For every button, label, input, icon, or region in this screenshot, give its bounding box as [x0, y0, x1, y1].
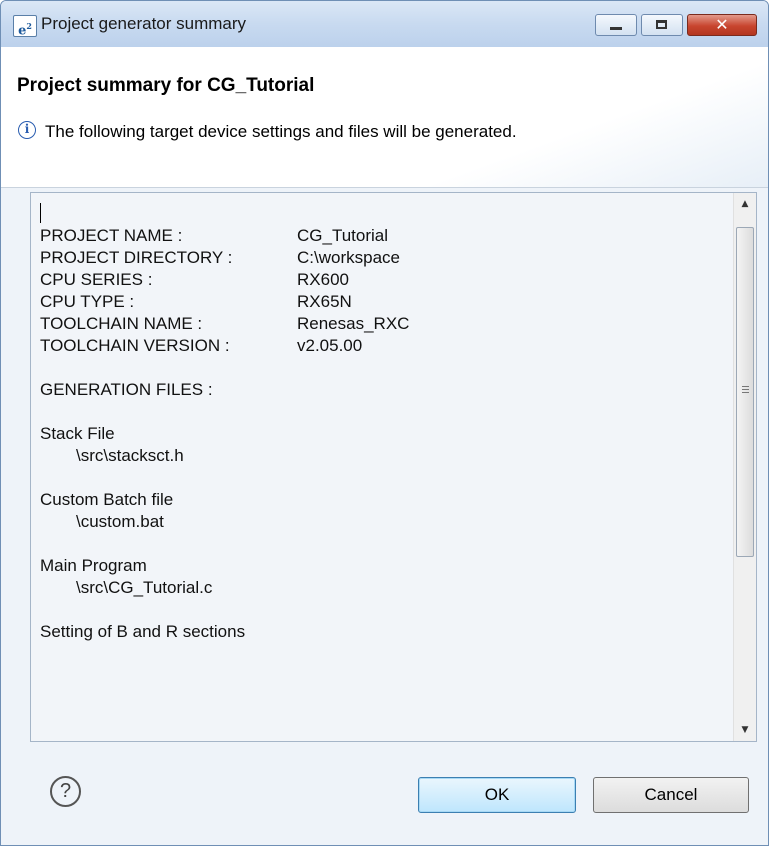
- setting-value: CG_Tutorial: [297, 226, 389, 245]
- maximize-button[interactable]: [641, 14, 683, 36]
- file-name: Stack File: [40, 424, 115, 443]
- file-name: Main Program: [40, 556, 147, 575]
- setting-key: TOOLCHAIN VERSION :: [40, 336, 230, 355]
- window-title: Project generator summary: [41, 14, 247, 33]
- info-message: The following target device settings and…: [45, 122, 517, 141]
- setting-row: PROJECT DIRECTORY : C:\workspace: [40, 247, 720, 269]
- file-path: \src\CG_Tutorial.c: [76, 578, 213, 597]
- close-icon: ✕: [715, 15, 729, 34]
- summary-content: PROJECT NAME : CG_Tutorial PROJECT DIREC…: [40, 199, 720, 643]
- setting-row: CPU TYPE : RX65N: [40, 291, 720, 313]
- setting-value: C:\workspace: [297, 248, 400, 267]
- maximize-icon: [656, 20, 667, 29]
- title-bar[interactable]: e2 Project generator summary ✕: [1, 1, 768, 47]
- setting-value: RX600: [297, 270, 349, 289]
- setting-key: CPU SERIES :: [40, 270, 153, 289]
- dialog-window: e2 Project generator summary ✕ Project s…: [0, 0, 769, 846]
- setting-key: TOOLCHAIN NAME :: [40, 314, 203, 333]
- setting-value: RX65N: [297, 292, 352, 311]
- file-path: \custom.bat: [76, 512, 164, 531]
- setting-row: TOOLCHAIN NAME : Renesas_RXC: [40, 313, 720, 335]
- file-name: Custom Batch file: [40, 490, 174, 509]
- setting-row: CPU SERIES : RX600: [40, 269, 720, 291]
- setting-row: PROJECT NAME : CG_Tutorial: [40, 225, 720, 247]
- grip-icon: [742, 386, 749, 393]
- app-logo-icon: e2: [13, 15, 37, 38]
- info-icon: i: [18, 121, 36, 139]
- dialog-body: PROJECT NAME : CG_Tutorial PROJECT DIREC…: [1, 188, 768, 845]
- help-icon[interactable]: ?: [50, 776, 81, 807]
- scroll-up-arrow-icon[interactable]: ▲: [734, 193, 756, 215]
- setting-value: Renesas_RXC: [297, 314, 410, 333]
- dialog-header: Project summary for CG_Tutorial i The fo…: [1, 47, 768, 188]
- setting-value: v2.05.00: [297, 336, 363, 355]
- generation-files-label: GENERATION FILES :: [40, 380, 213, 399]
- scroll-down-arrow-icon[interactable]: ▼: [734, 719, 756, 741]
- text-caret: [40, 203, 41, 223]
- summary-text-area[interactable]: PROJECT NAME : CG_Tutorial PROJECT DIREC…: [30, 192, 757, 742]
- minimize-icon: [610, 27, 622, 30]
- cancel-button[interactable]: Cancel: [593, 777, 749, 813]
- sections-line: Setting of B and R sections: [40, 622, 246, 641]
- ok-button[interactable]: OK: [418, 777, 576, 813]
- setting-key: CPU TYPE :: [40, 292, 135, 311]
- setting-key: PROJECT DIRECTORY :: [40, 248, 233, 267]
- vertical-scrollbar[interactable]: ▲ ▼: [733, 193, 756, 741]
- file-path: \src\stacksct.h: [76, 446, 184, 465]
- setting-row: TOOLCHAIN VERSION : v2.05.00: [40, 335, 720, 357]
- minimize-button[interactable]: [595, 14, 637, 36]
- page-title: Project summary for CG_Tutorial: [17, 75, 315, 96]
- scroll-thumb[interactable]: [736, 227, 754, 557]
- setting-key: PROJECT NAME :: [40, 226, 183, 245]
- close-button[interactable]: ✕: [687, 14, 757, 36]
